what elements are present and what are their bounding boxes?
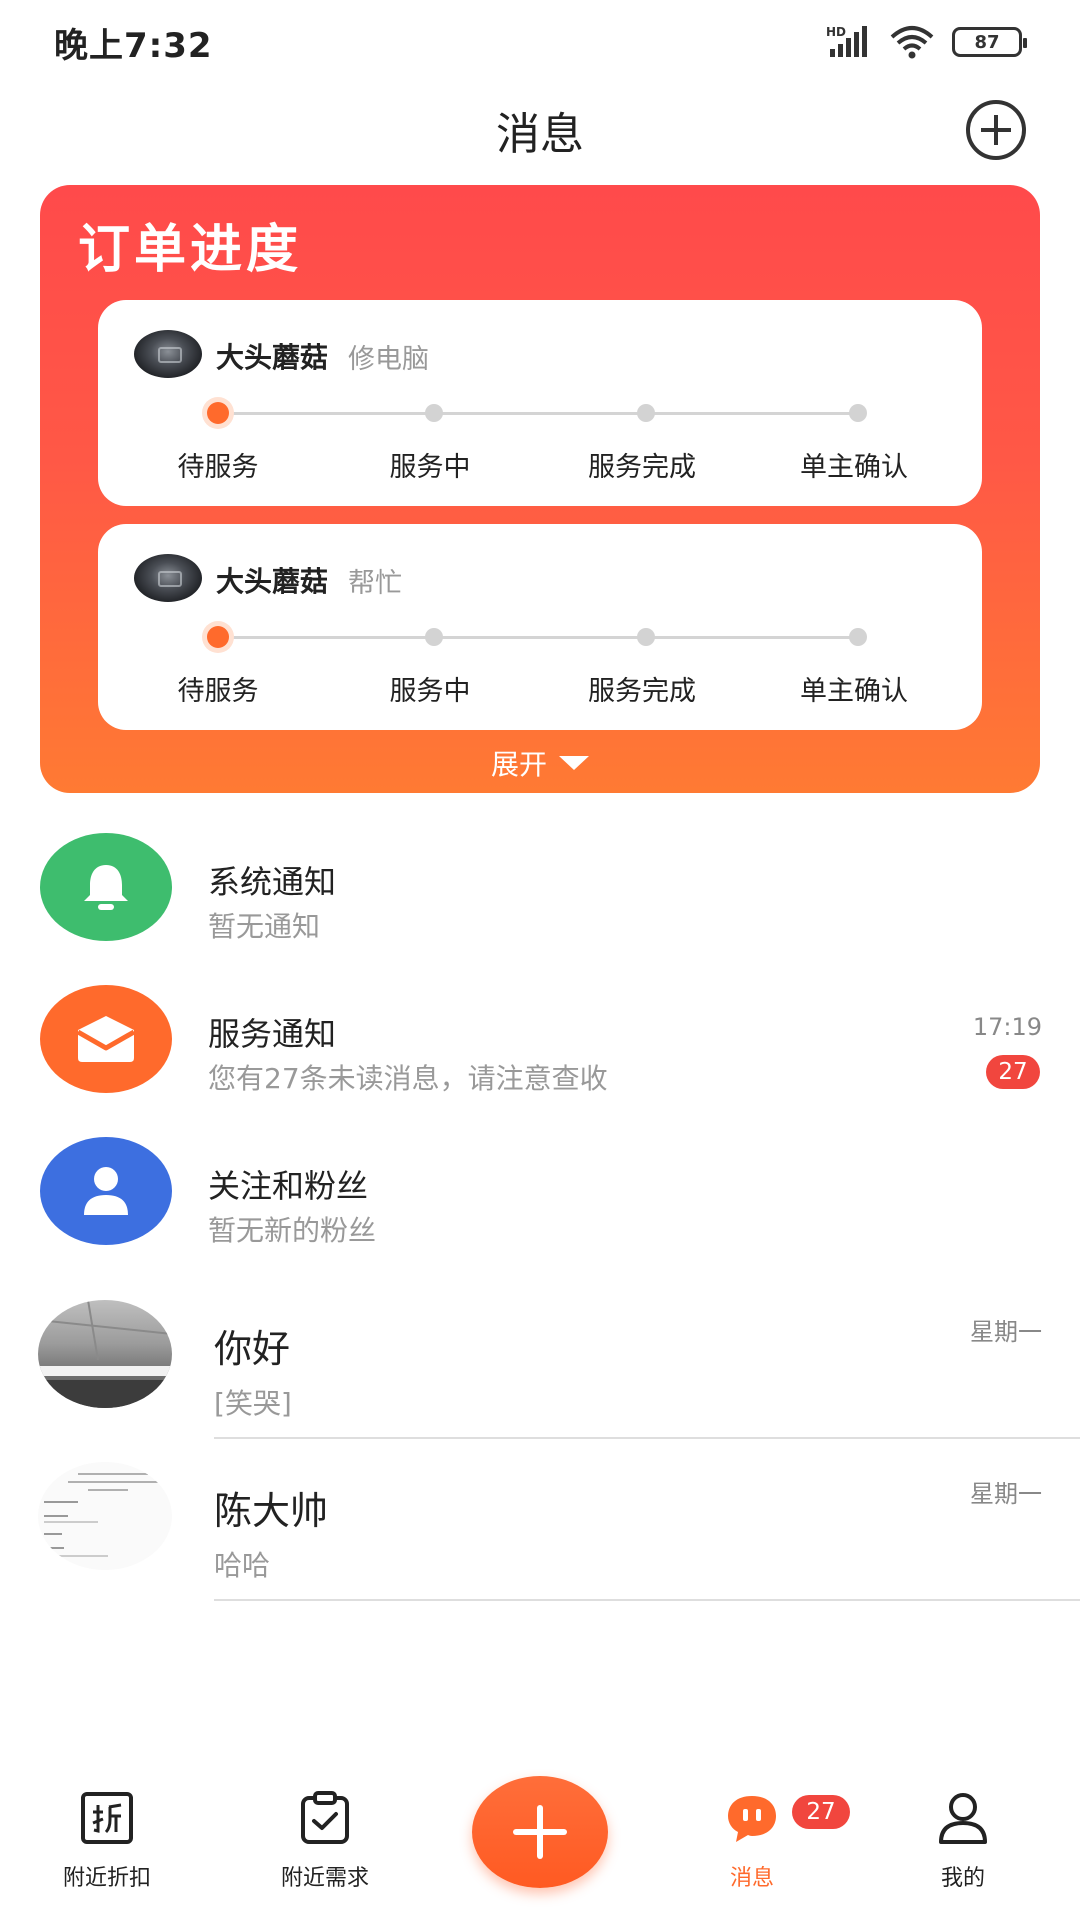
progress-dot [849,628,867,646]
expand-label: 展开 [490,748,547,781]
chat-last-message: [笑哭] [214,1387,292,1420]
chat-item[interactable]: 陈大帅 哈哈 星期一 [0,1462,1080,1622]
chat-name: 陈大帅 [214,1489,329,1533]
order-progress-card: 订单进度 大头蘑菇 修电脑 待服务 服务中 服务完成 单主确认 大头蘑菇 帮忙 … [40,185,1040,793]
progress-track [218,412,856,415]
list-item-system-notice[interactable]: 系统通知 暂无通知 [0,833,1080,983]
signal-icon: HD [826,25,867,57]
nav-label: 我的 [940,1866,985,1891]
chat-last-message: 哈哈 [214,1549,271,1582]
nav-item-profile[interactable]: 我的 [883,1790,1043,1892]
divider [214,1599,1080,1601]
avatar [134,330,202,378]
order-progress-title: 订单进度 [78,220,303,280]
chat-time: 星期一 [970,1318,1042,1346]
nav-label: 消息 [729,1866,774,1891]
bell-icon [40,833,172,941]
order-user-name: 大头蘑菇 [216,565,329,598]
step-label: 待服务 [177,452,259,483]
list-item-title: 服务通知 [208,1015,337,1053]
list-item-followers[interactable]: 关注和粉丝 暂无新的粉丝 [0,1137,1080,1287]
chat-item[interactable]: 你好 [笑哭] 星期一 [0,1300,1080,1460]
progress-dot [425,404,443,422]
list-item-subtitle: 您有27条未读消息，请注意查收 [208,1062,608,1095]
page-title: 消息 [496,109,584,160]
person-icon [40,1137,172,1245]
list-item-time: 17:19 [972,1013,1042,1041]
chat-name: 你好 [214,1327,291,1371]
progress-dot [849,404,867,422]
progress-dot-active [207,402,229,424]
avatar [134,554,202,602]
order-service: 帮忙 [348,568,402,599]
nav-unread-badge: 27 [792,1795,850,1829]
nav-item-demand[interactable]: 附近需求 [245,1790,405,1892]
divider [214,1437,1080,1439]
status-bar: 晚上7:32 HD 87 [0,0,1080,84]
status-time: 晚上7:32 [54,26,213,66]
order-item[interactable]: 大头蘑菇 帮忙 待服务 服务中 服务完成 单主确认 [98,524,982,730]
list-item-title: 关注和粉丝 [208,1167,369,1205]
step-label: 单主确认 [800,452,908,483]
list-item-service-notice[interactable]: 服务通知 您有27条未读消息，请注意查收 17:19 27 [0,985,1080,1135]
clipboard-check-icon [301,1791,349,1844]
order-service: 修电脑 [348,344,429,375]
header: 消息 [0,84,1080,180]
publish-button[interactable] [472,1776,608,1888]
progress-dot [637,628,655,646]
progress-dot [637,404,655,422]
plus-circle-icon[interactable] [964,98,1028,162]
step-label: 服务完成 [588,452,696,483]
chat-time: 星期一 [970,1480,1042,1508]
order-user-name: 大头蘑菇 [216,341,329,374]
profile-icon [939,1793,987,1844]
avatar [38,1300,172,1408]
nav-label: 附近折扣 [62,1866,151,1891]
progress-dot [425,628,443,646]
wifi-icon [890,26,934,59]
list-item-subtitle: 暂无通知 [208,910,321,943]
progress-track [218,636,856,639]
battery-icon: 87 [952,27,1027,57]
unread-badge: 27 [986,1055,1040,1089]
network-label: HD [826,25,846,39]
order-item[interactable]: 大头蘑菇 修电脑 待服务 服务中 服务完成 单主确认 [98,300,982,506]
step-label: 服务完成 [588,676,696,707]
progress-dot-active [207,626,229,648]
nav-item-discount[interactable]: 附近折扣 [27,1790,187,1892]
step-label: 服务中 [389,452,471,483]
expand-button[interactable]: 展开 [40,743,1040,783]
caret-down-icon [559,756,589,770]
status-icons: HD 87 [826,24,1027,60]
discount-icon [81,1792,133,1844]
step-label: 待服务 [177,676,259,707]
nav-label: 附近需求 [280,1866,369,1891]
envelope-icon [40,985,172,1093]
battery-level: 87 [974,31,1000,53]
step-label: 服务中 [389,676,471,707]
avatar [38,1462,172,1570]
plus-icon [513,1805,567,1859]
list-item-subtitle: 暂无新的粉丝 [208,1214,377,1247]
list-item-title: 系统通知 [208,863,337,901]
step-label: 单主确认 [800,676,908,707]
chat-bubble-icon [728,1796,776,1842]
